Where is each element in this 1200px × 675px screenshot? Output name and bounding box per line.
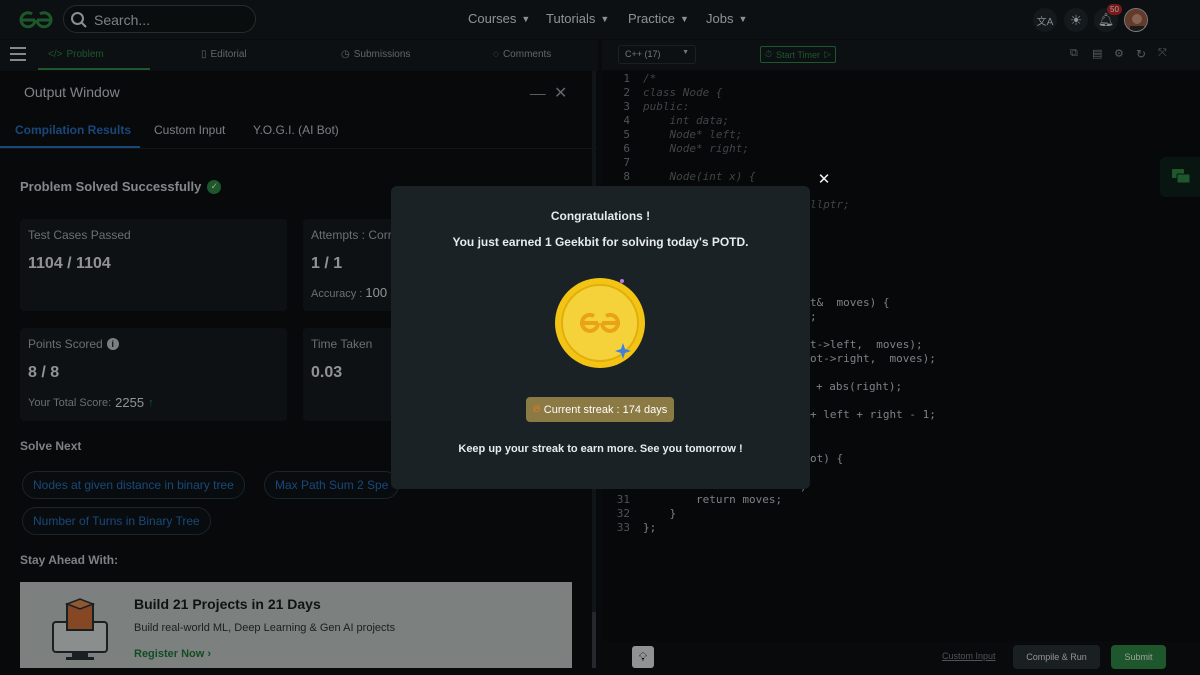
modal-footer: Keep up your streak to earn more. See yo… bbox=[458, 443, 743, 455]
streak-label: Current streak : 174 days bbox=[543, 403, 668, 416]
current-streak-badge: 🔥︎ Current streak : 174 days bbox=[526, 397, 674, 422]
modal-subtitle: You just earned 1 Geekbit for solving to… bbox=[452, 235, 749, 249]
congratulations-modal: Congratulations ! You just earned 1 Geek… bbox=[391, 186, 810, 489]
fire-icon: 🔥︎ bbox=[532, 403, 541, 415]
close-modal-button[interactable]: ✕ bbox=[816, 172, 832, 188]
geekbit-coin-icon bbox=[555, 278, 645, 368]
modal-title: Congratulations ! bbox=[550, 209, 651, 223]
